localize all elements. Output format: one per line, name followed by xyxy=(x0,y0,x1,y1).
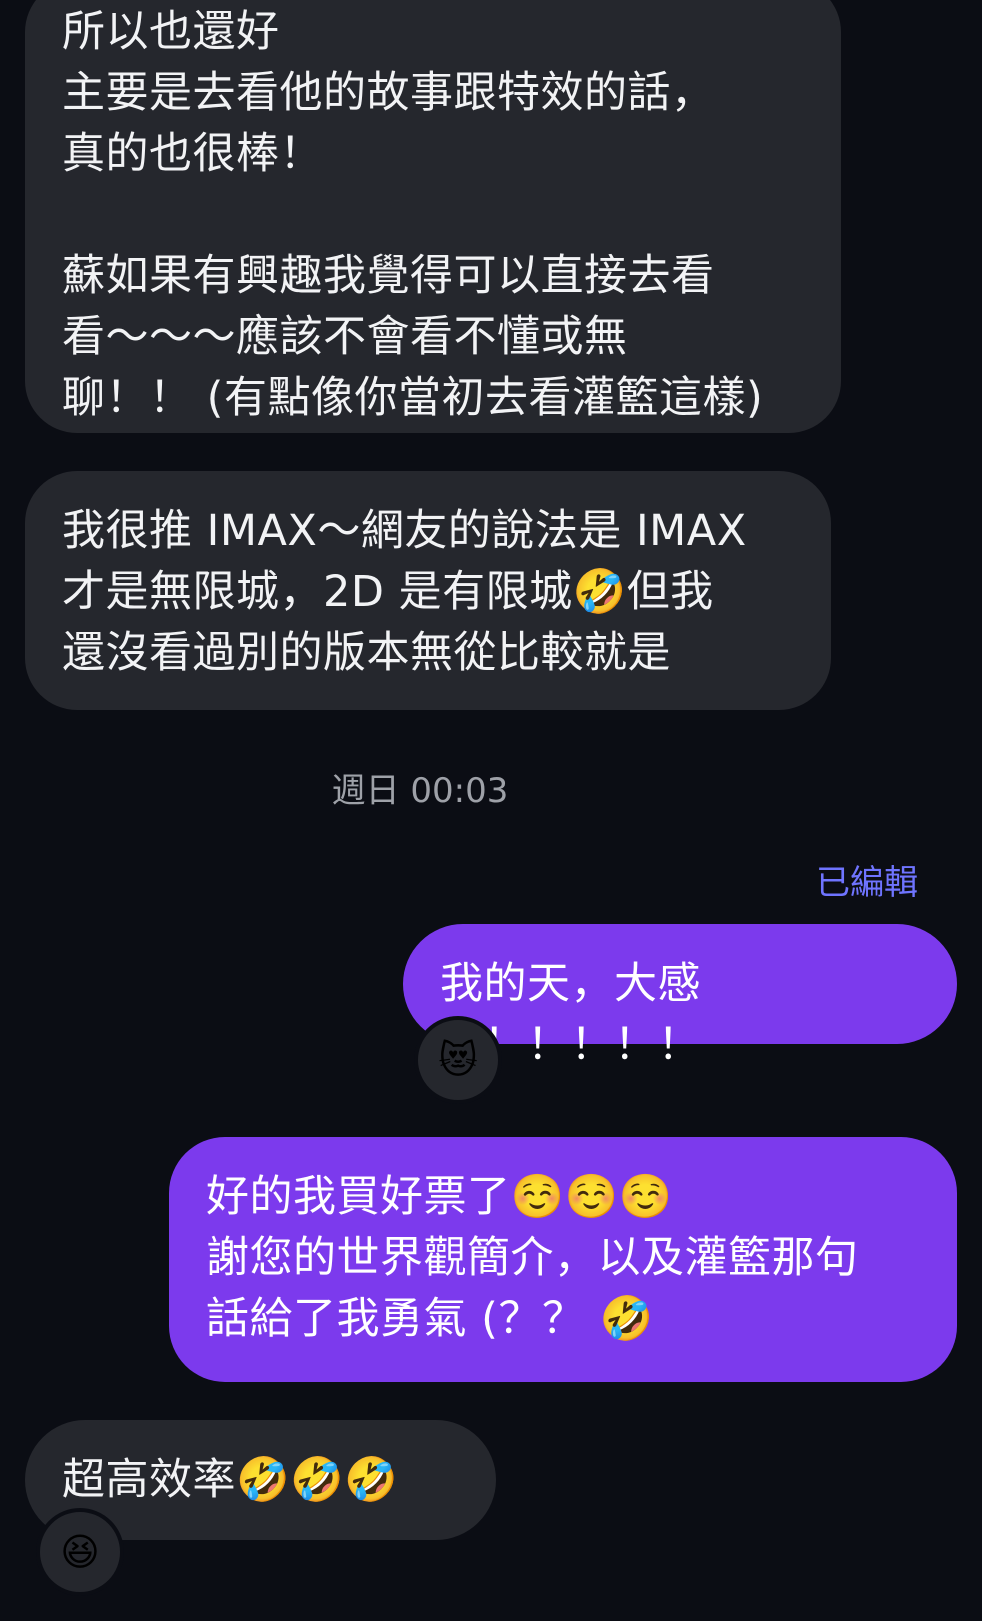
edited-label: 已編輯 xyxy=(816,863,918,903)
incoming-message[interactable]: 我很推 IMAX～網友的說法是 IMAX 才是無限城，2D 是有限城🤣但我 還沒… xyxy=(25,471,831,710)
incoming-message[interactable]: 所以也還好 主要是去看他的故事跟特效的話， 真的也很棒！ 蘇如果有興趣我覺得可以… xyxy=(25,0,841,433)
outgoing-message[interactable]: 好的我買好票了☺️☺️☺️ 謝您的世界觀簡介，以及灌籃那句 話給了我勇氣 (？？… xyxy=(169,1137,957,1382)
reaction-heart-eyes-cat-icon[interactable]: 😻 xyxy=(414,1016,502,1104)
message-timestamp: 週日 00:03 xyxy=(331,771,509,811)
reaction-laughing-face-icon[interactable]: 😆 xyxy=(36,1508,124,1596)
